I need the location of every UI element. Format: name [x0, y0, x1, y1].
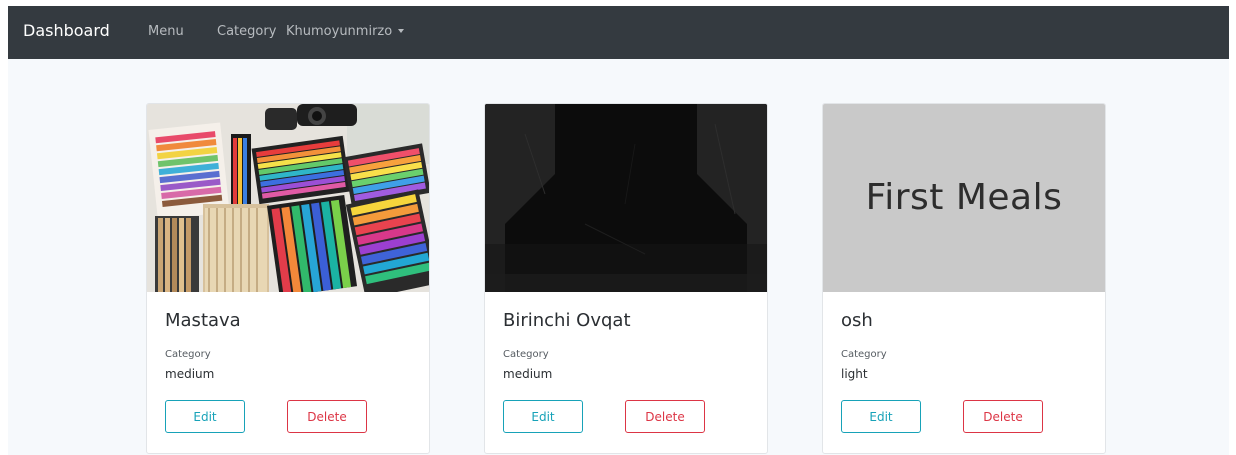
- nav-link-menu[interactable]: Menu: [148, 24, 184, 40]
- dark-abstract-photo: [485, 104, 767, 292]
- edit-button[interactable]: Edit: [503, 400, 583, 433]
- user-dropdown[interactable]: Khumoyunmirzo: [286, 24, 405, 40]
- card-image: [485, 104, 767, 292]
- navbar-brand[interactable]: Dashboard: [23, 21, 110, 41]
- card-image-placeholder: First Meals: [823, 104, 1105, 292]
- colored-pencils-photo: [147, 104, 429, 292]
- meal-card: First Meals osh Category light Edit Dele…: [822, 103, 1106, 454]
- nav-link-category[interactable]: Category: [217, 24, 276, 40]
- caret-down-icon: [398, 29, 405, 33]
- delete-button[interactable]: Delete: [963, 400, 1043, 433]
- category-label: Category: [503, 349, 549, 360]
- edit-button[interactable]: Edit: [841, 400, 921, 433]
- category-label: Category: [165, 349, 211, 360]
- top-navbar: Dashboard Menu Category Khumoyunmirzo: [8, 6, 1229, 59]
- card-title: osh: [841, 310, 873, 331]
- edit-button[interactable]: Edit: [165, 400, 245, 433]
- card-title: Birinchi Ovqat: [503, 310, 631, 331]
- card-title: Mastava: [165, 310, 241, 331]
- delete-button[interactable]: Delete: [287, 400, 367, 433]
- category-value: light: [841, 367, 868, 381]
- meal-card: Birinchi Ovqat Category medium Edit Dele…: [484, 103, 768, 454]
- category-value: medium: [165, 367, 215, 381]
- category-value: medium: [503, 367, 553, 381]
- placeholder-image-text: First Meals: [865, 177, 1063, 218]
- meal-card: Mastava Category medium Edit Delete: [146, 103, 430, 454]
- user-name: Khumoyunmirzo: [286, 24, 393, 39]
- category-label: Category: [841, 349, 887, 360]
- card-image: [147, 104, 429, 292]
- delete-button[interactable]: Delete: [625, 400, 705, 433]
- page: Dashboard Menu Category Khumoyunmirzo Ma…: [8, 6, 1229, 455]
